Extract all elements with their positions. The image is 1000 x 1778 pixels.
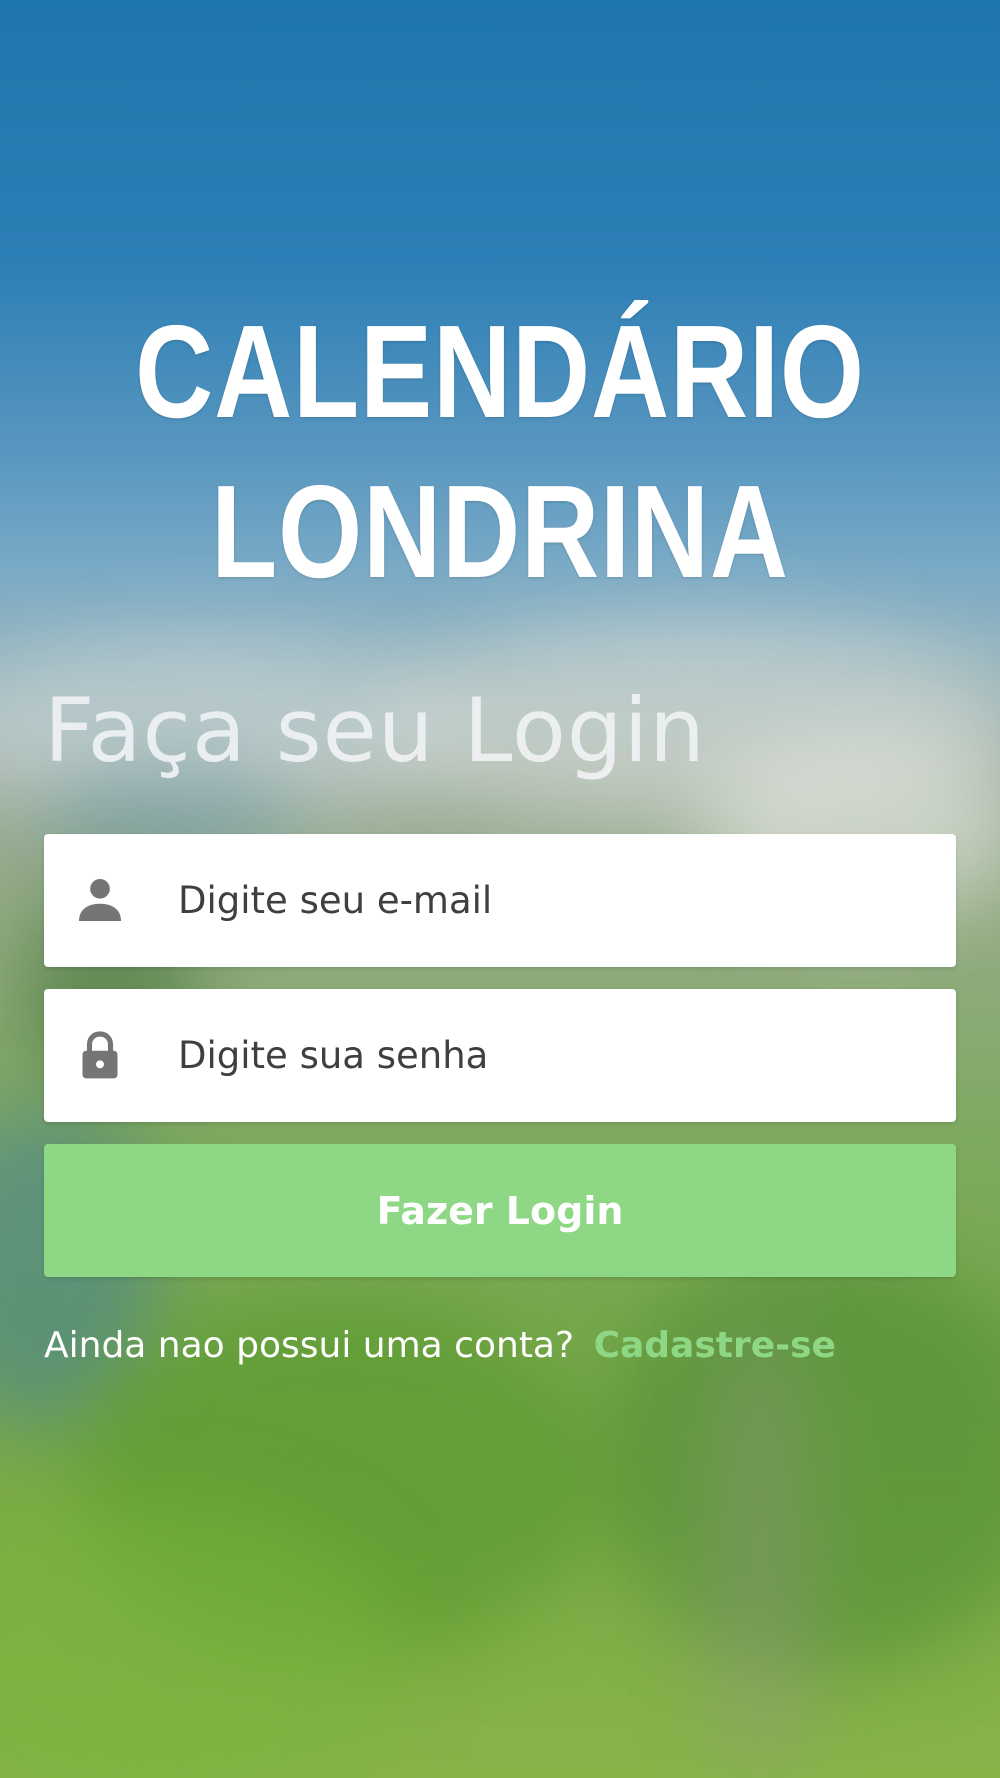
person-icon [79,879,121,921]
login-heading: Faça seu Login [44,679,706,782]
login-button[interactable]: Fazer Login [44,1144,956,1277]
signup-row: Ainda nao possui uma conta? Cadastre-se [44,1320,836,1372]
app-title-line-2: LONDRINA [211,458,789,605]
email-input[interactable] [178,834,938,967]
signup-link[interactable]: Cadastre-se [594,1325,836,1366]
password-field[interactable] [44,989,956,1122]
lock-icon [82,1031,118,1079]
login-screen: CALENDÁRIO LONDRINA Faça seu Login Fazer… [0,0,1000,1778]
password-input[interactable] [178,989,938,1122]
app-title-line-1: CALENDÁRIO [135,298,865,445]
app-title: CALENDÁRIO LONDRINA [90,292,910,612]
signup-prompt: Ainda nao possui uma conta? [44,1325,575,1366]
email-field[interactable] [44,834,956,967]
